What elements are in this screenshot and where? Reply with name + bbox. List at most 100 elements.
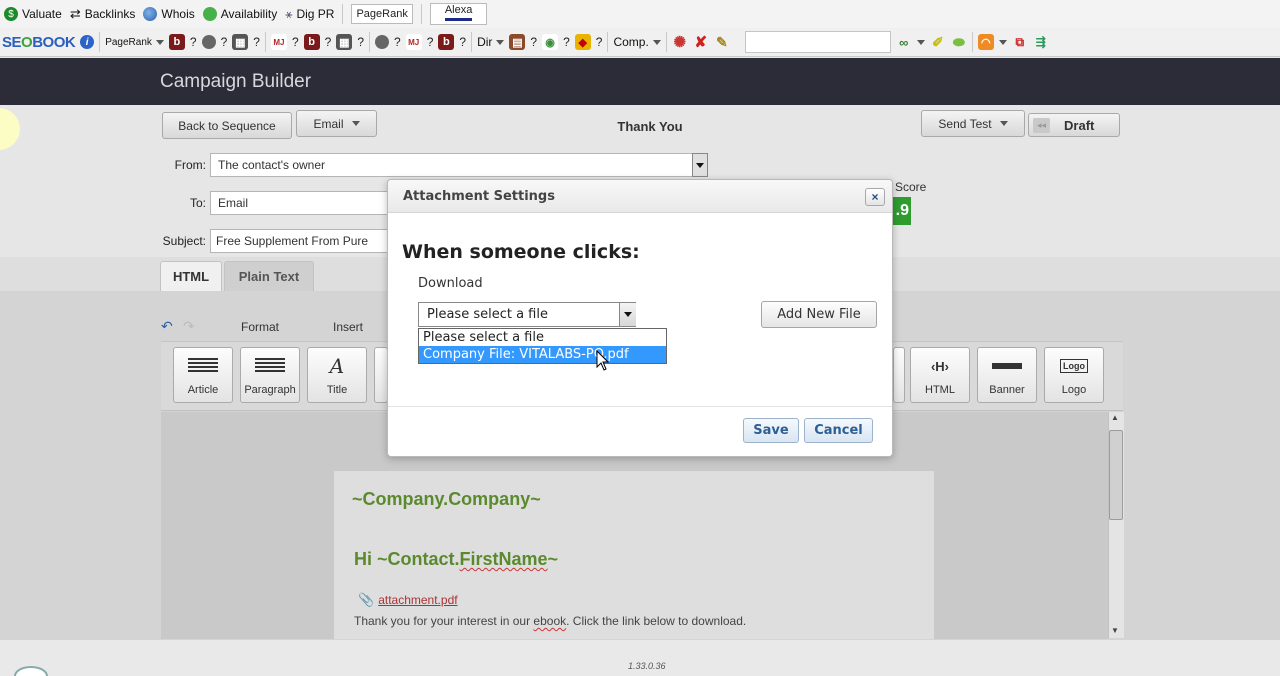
dig-pr-tool[interactable]: ⚹ Dig PR (285, 7, 334, 22)
grid-icon[interactable]: ▦ (232, 34, 249, 50)
paperclip-icon: 📎 (358, 592, 375, 607)
company-merge-field[interactable]: ~Company.Company~ (352, 489, 541, 510)
insert-menu[interactable]: Insert (333, 320, 363, 334)
attachment-link[interactable]: 📎 attachment.pdf (358, 592, 458, 608)
to-field[interactable]: Email (210, 191, 390, 215)
title-icon: A (329, 354, 345, 378)
banner-block-button[interactable]: Banner (977, 347, 1037, 403)
dialog-heading: When someone clicks: (402, 241, 640, 263)
dialog-header: Attachment Settings × (388, 180, 892, 213)
format-menu[interactable]: Format (241, 320, 279, 334)
spam-score-badge: .9 (893, 197, 911, 225)
rss-icon[interactable]: ◠ (977, 34, 994, 50)
score-label: Score (895, 180, 927, 194)
dir-dropdown[interactable]: Dir (477, 35, 505, 49)
window-icon[interactable]: ⧉ (1012, 34, 1028, 50)
greeting-text[interactable]: Hi ~Contact.FirstName~ (354, 549, 558, 570)
email-title: Thank You (617, 119, 683, 134)
highlighter-icon[interactable]: ✐ (930, 34, 946, 50)
info-icon[interactable]: i (80, 35, 95, 49)
html-block-button[interactable]: ‹H› HTML (910, 347, 970, 403)
bing-icon[interactable]: b (438, 34, 455, 50)
redo-icon[interactable]: ↷ (183, 318, 195, 335)
title-block-button[interactable]: A Title (307, 347, 367, 403)
toolbar-separator (99, 32, 101, 52)
scroll-up-icon[interactable]: ▲ (1111, 413, 1119, 422)
toolbar-search-input[interactable] (744, 31, 891, 53)
article-block-button[interactable]: Article (173, 347, 233, 403)
scroll-down-icon[interactable]: ▼ (1111, 626, 1119, 635)
back-to-sequence-button[interactable]: Back to Sequence (162, 112, 292, 139)
file-option-selected[interactable]: Company File: VITALABS-PO.pdf (419, 346, 666, 363)
eraser-icon[interactable]: ⬬ (951, 34, 967, 50)
browser-toolbar-row-1: $ Valuate ⇄ Backlinks Whois Availability ⚹… (0, 0, 1280, 28)
attachment-link-text[interactable]: attachment.pdf (378, 593, 457, 607)
valuate-tool[interactable]: $ Valuate (4, 7, 62, 21)
logo-block-button[interactable]: Logo Logo (1044, 347, 1104, 403)
grid-icon[interactable]: ▦ (336, 34, 353, 50)
whois-label: Whois (161, 7, 195, 21)
email-type-dropdown[interactable]: Email (296, 110, 377, 137)
draft-toggle[interactable]: ◂◂ Draft (1028, 113, 1120, 137)
toolbar-separator (665, 32, 667, 52)
binoculars-icon[interactable]: ∞ (896, 34, 912, 50)
splat-icon[interactable]: ✺ (672, 34, 688, 51)
availability-tool[interactable]: Availability (202, 7, 278, 21)
metric-value: ? (530, 35, 538, 49)
metric-value: ? (324, 35, 332, 49)
seobook-logo[interactable]: SEOBOOK (2, 34, 76, 51)
paragraph-block-button[interactable]: Paragraph (240, 347, 300, 403)
toolbar-separator (607, 32, 609, 52)
comp-dropdown[interactable]: Comp. (613, 35, 661, 49)
send-test-dropdown[interactable]: Send Test (921, 110, 1025, 137)
file-options-list: Please select a file Company File: VITAL… (418, 328, 667, 364)
x-icon[interactable]: ✘ (693, 34, 709, 51)
yahoo-icon[interactable]: ◆ (574, 34, 591, 50)
metric-value: ? (394, 35, 401, 49)
draft-label: Draft (1064, 117, 1095, 133)
chevron-down-icon[interactable] (998, 39, 1007, 45)
availability-label: Availability (220, 7, 278, 21)
file-select-button[interactable] (619, 303, 636, 326)
scrollbar-thumb[interactable] (1109, 430, 1123, 520)
metric-globe-icon[interactable] (375, 35, 390, 49)
metric-globe-icon[interactable] (201, 35, 216, 49)
pagerank-meter[interactable]: PageRank (351, 4, 413, 24)
backlinks-tool[interactable]: ⇄ Backlinks (70, 6, 136, 22)
from-select-button[interactable] (692, 153, 708, 177)
action-label: Download (418, 276, 483, 291)
chevron-down-icon[interactable] (916, 39, 925, 45)
close-icon[interactable]: × (865, 188, 885, 206)
tab-html[interactable]: HTML (160, 261, 222, 291)
alexa-label: Alexa (444, 4, 473, 16)
subject-input[interactable]: Free Supplement From Pure (210, 229, 390, 253)
html-icon: ‹H› (930, 358, 950, 374)
bing-icon[interactable]: b (168, 34, 185, 50)
bing-icon[interactable]: b (303, 34, 320, 50)
edit-icon[interactable]: ✎ (714, 34, 730, 50)
majestic-icon[interactable]: MJ (405, 34, 422, 50)
pagerank-dropdown[interactable]: PageRank (105, 37, 164, 48)
app-header: Campaign Builder (0, 58, 1280, 105)
whois-tool[interactable]: Whois (143, 7, 195, 21)
eye-icon[interactable]: ◉ (542, 34, 559, 50)
export-icon[interactable]: ⇶ (1033, 34, 1049, 50)
cancel-button[interactable]: Cancel (804, 418, 873, 443)
save-button[interactable]: Save (743, 418, 799, 443)
toggle-arrows-icon: ◂◂ (1033, 117, 1051, 133)
partial-block-right[interactable] (893, 347, 905, 403)
dmoz-icon[interactable]: ▤ (509, 34, 526, 50)
tab-plain-text[interactable]: Plain Text (224, 261, 314, 291)
chevron-down-icon (999, 121, 1008, 126)
alexa-meter[interactable]: Alexa (429, 3, 488, 25)
partial-block-button[interactable] (374, 347, 388, 403)
from-select[interactable]: The contact's owner (210, 153, 694, 177)
chevron-down-icon (696, 162, 704, 168)
undo-icon[interactable]: ↶ (161, 318, 173, 335)
comp-label: Comp. (613, 35, 649, 49)
file-select[interactable]: Please select a file (418, 302, 636, 327)
file-option[interactable]: Please select a file (419, 329, 666, 346)
majestic-icon[interactable]: MJ (270, 34, 287, 50)
search-green-icon (202, 7, 217, 21)
add-new-file-button[interactable]: Add New File (761, 301, 877, 328)
